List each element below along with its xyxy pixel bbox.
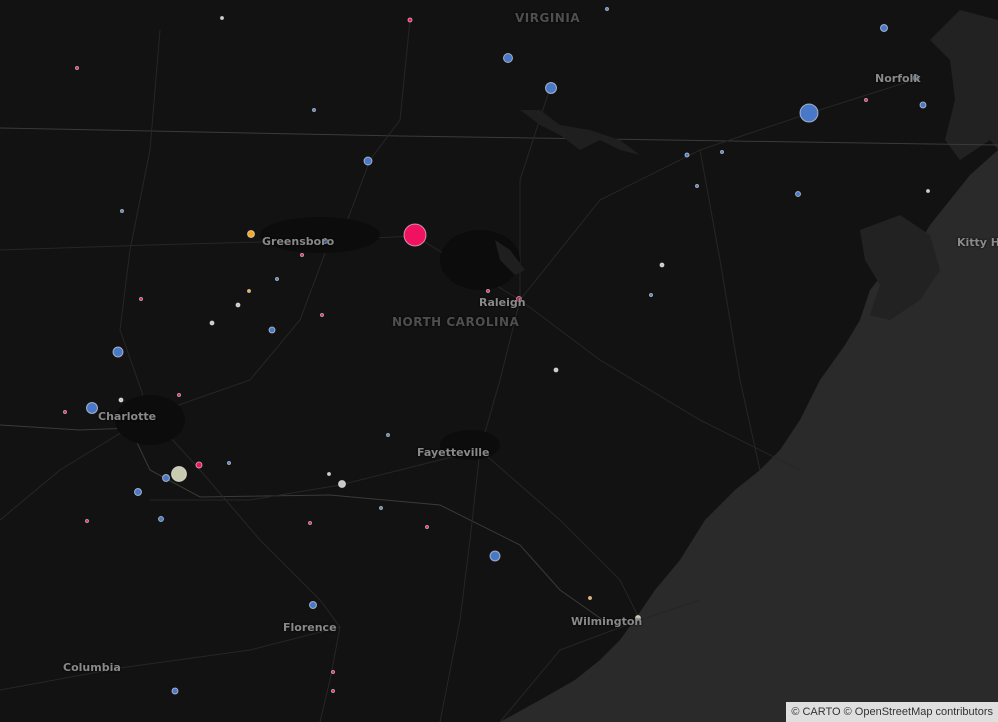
data-point[interactable] — [63, 410, 67, 414]
data-point[interactable] — [177, 393, 181, 397]
label-virginia: VIRGINIA — [515, 11, 581, 25]
data-point[interactable] — [331, 670, 335, 674]
data-point[interactable] — [235, 302, 241, 308]
data-point[interactable] — [312, 108, 316, 112]
data-point[interactable] — [331, 689, 335, 693]
data-point[interactable] — [139, 297, 143, 301]
data-point[interactable] — [220, 16, 224, 20]
data-point[interactable] — [425, 525, 429, 529]
data-point[interactable] — [75, 66, 79, 70]
data-point[interactable] — [247, 230, 255, 238]
label-florence: Florence — [283, 621, 337, 634]
map-canvas[interactable]: VIRGINIA NORTH CAROLINA Norfolk Greensbo… — [0, 0, 998, 722]
data-point[interactable] — [308, 521, 312, 525]
data-point[interactable] — [112, 346, 124, 358]
data-point[interactable] — [659, 262, 665, 268]
data-point[interactable] — [649, 293, 653, 297]
data-point[interactable] — [553, 367, 559, 373]
label-charlotte: Charlotte — [98, 410, 157, 423]
data-point[interactable] — [864, 98, 868, 102]
data-point[interactable] — [503, 53, 513, 63]
data-point[interactable] — [605, 7, 609, 11]
data-point[interactable] — [227, 461, 231, 465]
map-attribution[interactable]: © CARTO © OpenStreetMap contributors — [786, 702, 998, 722]
data-point[interactable] — [720, 150, 724, 154]
data-point[interactable] — [320, 313, 324, 317]
data-point[interactable] — [85, 519, 89, 523]
data-point[interactable] — [403, 223, 427, 247]
data-point[interactable] — [489, 550, 501, 562]
data-point[interactable] — [799, 103, 819, 123]
data-point[interactable] — [209, 320, 215, 326]
data-point[interactable] — [158, 516, 164, 522]
data-point[interactable] — [247, 289, 251, 293]
data-point[interactable] — [880, 24, 888, 32]
label-fayetteville: Fayetteville — [417, 446, 490, 459]
data-point[interactable] — [695, 184, 699, 188]
data-point[interactable] — [486, 289, 490, 293]
label-north-carolina: NORTH CAROLINA — [392, 315, 520, 329]
data-points-layer — [63, 7, 930, 695]
data-point[interactable] — [327, 472, 331, 476]
data-point[interactable] — [338, 480, 346, 488]
data-point[interactable] — [195, 461, 203, 469]
data-point[interactable] — [268, 326, 276, 334]
data-point[interactable] — [926, 189, 930, 193]
label-wilmington: Wilmington — [571, 615, 643, 628]
data-point[interactable] — [309, 601, 317, 609]
data-point[interactable] — [171, 687, 179, 695]
data-point[interactable] — [919, 101, 927, 109]
data-point[interactable] — [588, 596, 592, 600]
data-point[interactable] — [275, 277, 279, 281]
data-point[interactable] — [118, 397, 124, 403]
data-point[interactable] — [134, 488, 142, 496]
data-point[interactable] — [795, 191, 801, 197]
data-point[interactable] — [86, 402, 98, 414]
data-point[interactable] — [363, 156, 373, 166]
data-point[interactable] — [171, 466, 187, 482]
label-norfolk: Norfolk — [875, 72, 921, 85]
label-greensboro: Greensboro — [262, 235, 335, 248]
label-raleigh: Raleigh — [479, 296, 526, 309]
data-point[interactable] — [386, 433, 390, 437]
data-point[interactable] — [684, 152, 690, 158]
data-point[interactable] — [300, 253, 304, 257]
label-columbia: Columbia — [63, 661, 121, 674]
data-point[interactable] — [162, 474, 170, 482]
label-kitty-hawk: Kitty Ha — [957, 236, 998, 249]
data-point[interactable] — [545, 82, 557, 94]
data-point[interactable] — [379, 506, 383, 510]
data-point[interactable] — [120, 209, 124, 213]
data-point[interactable] — [407, 17, 413, 23]
